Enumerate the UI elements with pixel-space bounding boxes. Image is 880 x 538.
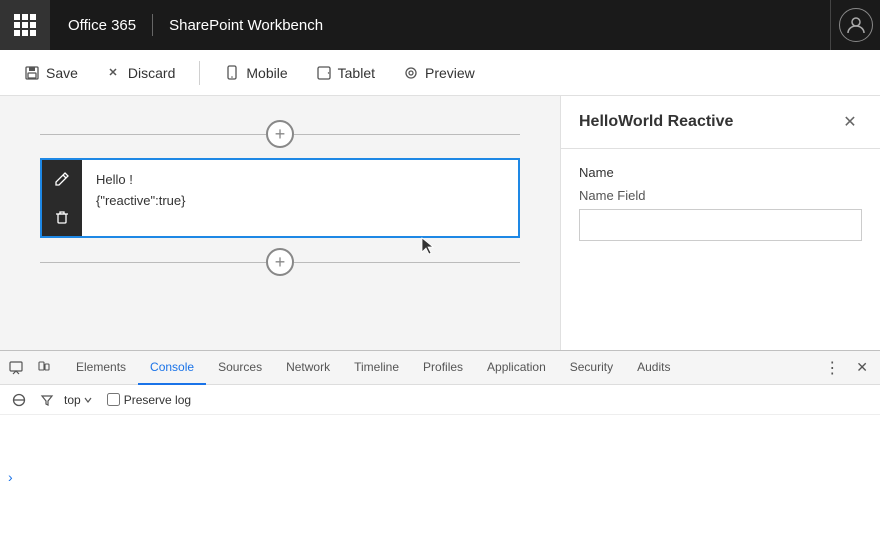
canvas-area: + Hello ! [0, 96, 560, 350]
devtools-toolbar: top Preserve log [0, 385, 880, 415]
devtools-close-button[interactable]: ✕ [848, 359, 876, 376]
avatar [839, 8, 873, 42]
discard-label: Discard [128, 65, 175, 81]
person-icon [846, 15, 866, 35]
tablet-icon [316, 65, 332, 81]
divider-left-1 [40, 134, 266, 135]
devtools-top-dropdown[interactable]: top [64, 393, 93, 407]
filter-icon [40, 393, 54, 407]
devtools-more-button[interactable]: ⋮ [816, 358, 848, 378]
add-block-bottom-button[interactable]: + [266, 248, 294, 276]
tablet-label: Tablet [338, 65, 375, 81]
user-avatar-area[interactable] [830, 0, 880, 50]
devtools-tab-timeline[interactable]: Timeline [342, 351, 411, 385]
devtools-tab-sources[interactable]: Sources [206, 351, 274, 385]
devtools-tab-security[interactable]: Security [558, 351, 625, 385]
panel-name-field-label: Name Field [579, 188, 862, 203]
devtools-panel: Elements Console Sources Network Timelin… [0, 350, 880, 538]
devtools-tab-network[interactable]: Network [274, 351, 342, 385]
top-bar: Office 365 SharePoint Workbench [0, 0, 880, 50]
no-entry-icon [12, 393, 26, 407]
divider-right-1 [294, 134, 520, 135]
panel-title: HelloWorld Reactive [579, 113, 733, 131]
devtools-inspect-button[interactable] [4, 356, 28, 380]
divider-right-2 [294, 262, 520, 263]
devtools-preserve-log-area: Preserve log [107, 393, 191, 407]
trash-icon [54, 209, 70, 225]
webpart-line2: {"reactive":true} [96, 191, 504, 212]
panel-name-label: Name [579, 165, 862, 180]
webpart-container: Hello ! {"reactive":true} [40, 158, 520, 238]
title-divider [152, 14, 153, 36]
preview-button[interactable]: Preview [391, 59, 487, 87]
webpart-actions [42, 160, 82, 236]
devtools-console-area[interactable]: › [0, 415, 880, 538]
save-icon [24, 65, 40, 81]
add-block-top-button[interactable]: + [266, 120, 294, 148]
preserve-log-checkbox[interactable] [107, 393, 120, 406]
inspect-icon [9, 361, 23, 375]
mobile-button[interactable]: Mobile [212, 59, 299, 87]
save-button[interactable]: Save [12, 59, 90, 87]
main-area: + Hello ! [0, 96, 880, 350]
devtools-filter-button[interactable] [36, 389, 58, 411]
mobile-icon [224, 65, 240, 81]
preview-label: Preview [425, 65, 475, 81]
devtools-tab-application[interactable]: Application [475, 351, 558, 385]
divider-left-2 [40, 262, 266, 263]
devtools-top-label: top [64, 393, 81, 407]
right-panel: HelloWorld Reactive ✕ Name Name Field [560, 96, 880, 350]
tablet-button[interactable]: Tablet [304, 59, 387, 87]
devtools-tab-console[interactable]: Console [138, 351, 206, 385]
webpart-line1: Hello ! [96, 170, 504, 191]
app-grid-button[interactable] [0, 0, 50, 50]
sharepoint-title: SharePoint Workbench [169, 17, 323, 34]
devtools-device-button[interactable] [32, 356, 56, 380]
devtools-tab-icons [4, 356, 56, 380]
device-icon [37, 361, 51, 375]
toolbar: Save Discard Mobile Tablet Preview [0, 50, 880, 96]
panel-body: Name Name Field [561, 149, 880, 257]
webpart-delete-button[interactable] [42, 198, 82, 236]
preview-icon [403, 65, 419, 81]
console-caret: › [8, 469, 13, 485]
devtools-tab-audits[interactable]: Audits [625, 351, 682, 385]
devtools-tab-elements[interactable]: Elements [64, 351, 138, 385]
toolbar-separator [199, 61, 200, 85]
panel-header: HelloWorld Reactive ✕ [561, 96, 880, 149]
top-bar-title-area: Office 365 SharePoint Workbench [50, 0, 341, 50]
grid-icon [14, 14, 36, 36]
pencil-icon [54, 171, 70, 187]
webpart-edit-button[interactable] [42, 160, 82, 198]
devtools-prompt: › [8, 469, 17, 485]
name-field-input[interactable] [579, 209, 862, 241]
discard-button[interactable]: Discard [94, 59, 187, 87]
mobile-label: Mobile [246, 65, 287, 81]
devtools-no-entry-button[interactable] [8, 389, 30, 411]
devtools-tabs: Elements Console Sources Network Timelin… [0, 351, 880, 385]
panel-close-button[interactable]: ✕ [838, 110, 862, 134]
preserve-log-label: Preserve log [124, 393, 191, 407]
save-label: Save [46, 65, 78, 81]
chevron-down-icon [83, 395, 93, 405]
webpart-content: Hello ! {"reactive":true} [82, 160, 518, 236]
devtools-tab-profiles[interactable]: Profiles [411, 351, 475, 385]
bottom-plus-row: + [40, 248, 520, 276]
top-plus-row: + [40, 120, 520, 148]
office-title: Office 365 [68, 17, 136, 34]
discard-icon [106, 65, 122, 81]
